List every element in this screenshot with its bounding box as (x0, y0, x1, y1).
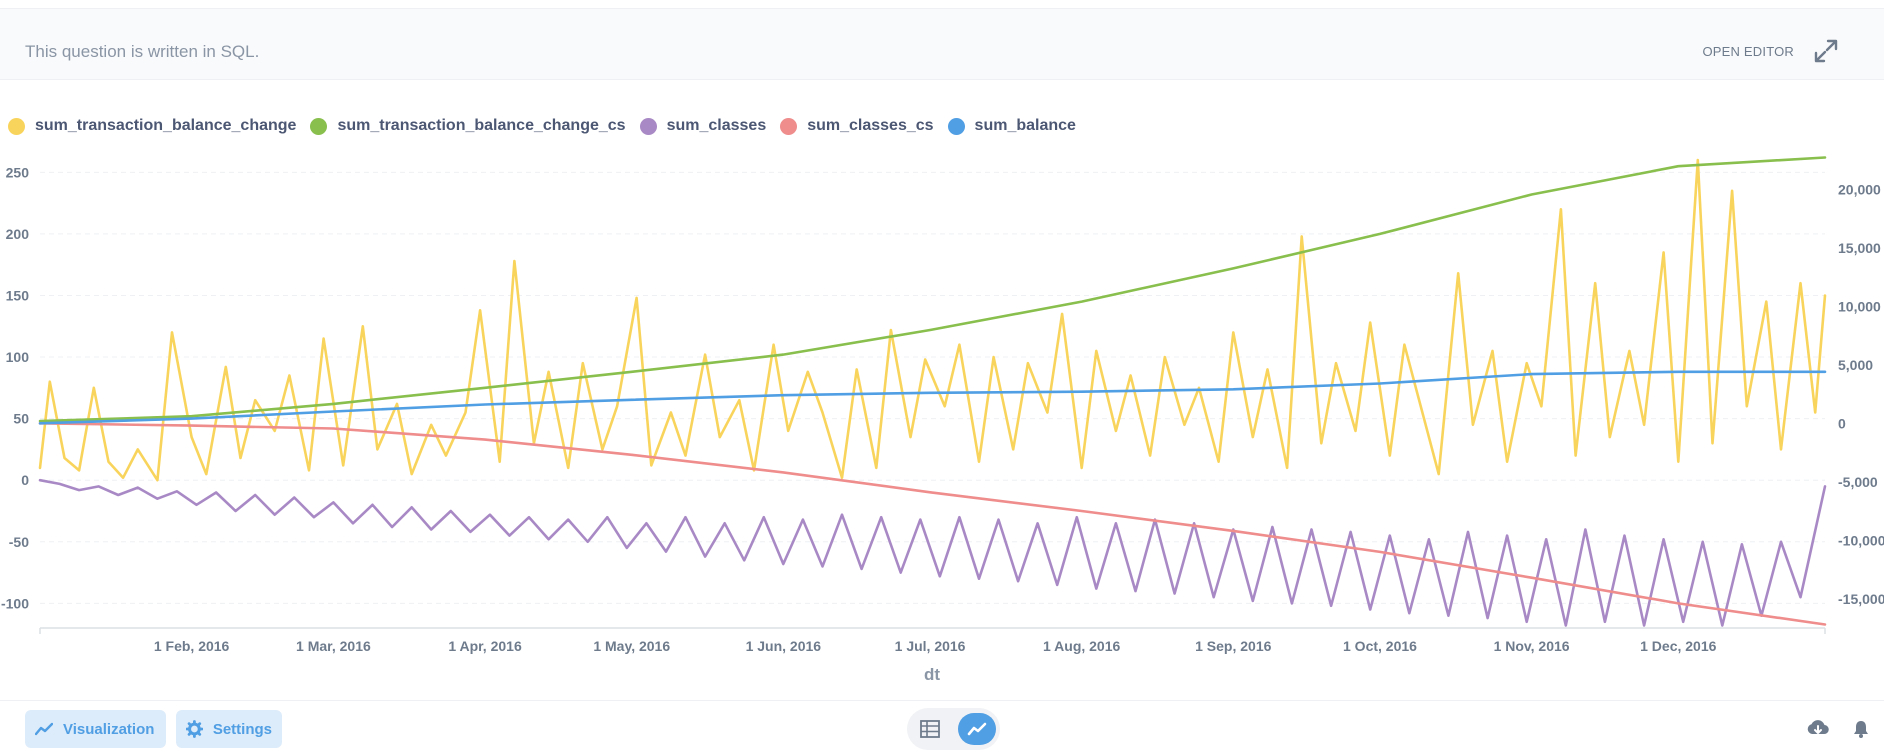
series-line-sum-transaction-balance-change-cs[interactable] (38, 156, 1827, 423)
left-tick-label: -100 (1, 595, 29, 611)
right-tick-label: 5,000 (1838, 357, 1873, 373)
right-tick-label: -10,000 (1838, 532, 1884, 548)
display-toggle (907, 708, 1000, 750)
legend-label: sum_transaction_balance_change_cs (337, 117, 626, 134)
legend-item-sum-transaction-balance-change[interactable]: sum_transaction_balance_change (8, 117, 296, 135)
left-y-axis: 250 200 150 100 50 0 -50 -100 (1, 164, 29, 611)
legend-dot (947, 117, 965, 135)
right-tick-label: -5,000 (1838, 474, 1878, 490)
left-tick-label: 250 (6, 164, 30, 180)
native-query-notice: This question is written in SQL. OPEN ED… (0, 9, 1884, 80)
legend-item-sum-balance[interactable]: sum_balance (947, 117, 1076, 135)
x-tick-label: 1 Apr, 2016 (448, 638, 522, 654)
left-tick-label: 150 (6, 287, 30, 303)
right-tick-label: 15,000 (1838, 240, 1881, 256)
line-chart: 250 200 150 100 50 0 -50 -100 20,000 15,000 10,00… (1, 156, 1884, 684)
x-axis-title: dt (924, 665, 940, 684)
series-line-sum-transaction-balance-change[interactable] (38, 158, 1827, 482)
series-lines (38, 156, 1827, 627)
right-tick-label: 10,000 (1838, 298, 1881, 314)
x-tick-label: 1 Feb, 2016 (154, 638, 230, 654)
expand-icon[interactable] (1812, 37, 1840, 65)
left-tick-label: 50 (13, 411, 29, 427)
table-view-toggle[interactable] (911, 713, 949, 745)
legend-item-sum-transaction-balance-change-cs[interactable]: sum_transaction_balance_change_cs (310, 117, 626, 135)
chart-view-toggle[interactable] (957, 713, 996, 745)
x-axis: 1 Feb, 2016 1 Mar, 2016 1 Apr, 2016 1 May, … (39, 627, 1826, 654)
x-tick-label: 1 May, 2016 (593, 638, 670, 654)
left-tick-label: 100 (6, 349, 30, 365)
settings-label: Settings (212, 720, 272, 738)
x-tick-label: 1 Nov, 2016 (1494, 638, 1570, 654)
right-tick-label: 20,000 (1838, 181, 1881, 197)
x-tick-label: 1 Jun, 2016 (746, 638, 822, 654)
legend-dot (780, 117, 798, 135)
legend-label: sum_classes (666, 117, 767, 134)
legend-item-sum-classes[interactable]: sum_classes (639, 117, 767, 135)
legend-label: sum_balance (974, 117, 1076, 134)
x-tick-label: 1 Aug, 2016 (1043, 638, 1121, 654)
legend-label: sum_classes_cs (807, 117, 934, 134)
visualization-icon (35, 722, 53, 736)
x-tick-label: 1 Oct, 2016 (1343, 638, 1417, 654)
settings-button[interactable]: Settings (176, 710, 282, 748)
legend-label: sum_transaction_balance_change (35, 117, 297, 134)
legend-dot (639, 117, 657, 135)
right-tick-label: 0 (1838, 415, 1846, 431)
right-y-axis: 20,000 15,000 10,000 5,000 0 -5,000 -10,000 -15… (1838, 181, 1884, 607)
x-tick-label: 1 Jul, 2016 (895, 638, 966, 654)
right-tick-label: -15,000 (1838, 591, 1884, 607)
series-line-sum-classes-cs[interactable] (38, 421, 1827, 626)
chart-legend: sum_transaction_balance_change sum_trans… (8, 113, 1090, 139)
left-tick-label: 0 (21, 472, 29, 488)
legend-dot (8, 117, 25, 135)
open-editor-button[interactable]: OPEN EDITOR (1702, 44, 1794, 59)
download-icon[interactable] (1806, 719, 1830, 739)
table-icon (920, 720, 941, 738)
sql-notice-text: This question is written in SQL. (25, 42, 260, 61)
left-tick-label: -50 (9, 534, 29, 550)
legend-item-sum-classes-cs[interactable]: sum_classes_cs (780, 117, 934, 135)
visualization-label: Visualization (63, 720, 155, 738)
gear-icon (186, 720, 203, 738)
x-tick-label: 1 Sep, 2016 (1195, 638, 1271, 654)
x-tick-label: 1 Mar, 2016 (296, 638, 371, 654)
bell-icon[interactable] (1851, 719, 1871, 739)
left-tick-label: 200 (6, 226, 30, 242)
line-chart-icon (967, 722, 987, 736)
x-tick-label: 1 Dec, 2016 (1640, 638, 1716, 654)
legend-dot (310, 117, 328, 135)
visualization-button[interactable]: Visualization (25, 710, 166, 748)
footer-bar: Visualization Settings (0, 700, 1884, 754)
